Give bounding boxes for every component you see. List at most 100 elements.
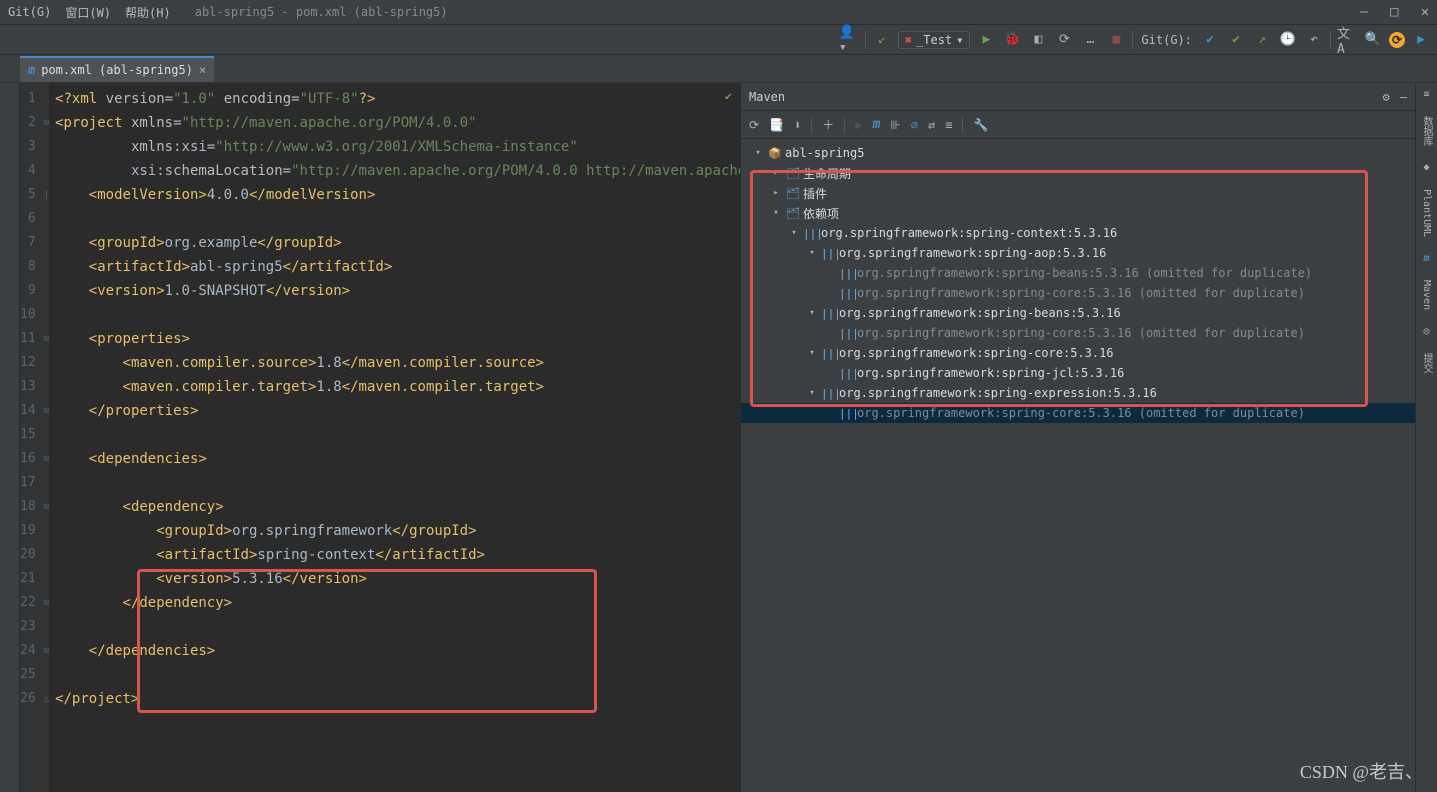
editor-tabs: m pom.xml (abl-spring5) × [0,55,1437,83]
maven-refresh-icon[interactable]: ⟳ [749,118,759,132]
tree-arrow-icon[interactable]: ▾ [805,348,819,358]
maven-execute-icon[interactable]: m [873,117,881,132]
tree-item-label: 依赖项 [803,205,839,222]
code-editor[interactable]: ✔ 12345678910111213141516171819202122232… [20,83,740,792]
maven-file-icon: m [28,63,35,77]
maven-hide-icon[interactable]: — [1400,90,1407,104]
tree-arrow-icon[interactable]: ▾ [787,228,801,238]
maven-toggle-icon[interactable]: ⊪ [890,118,900,132]
tree-node[interactable]: |||org.springframework:spring-jcl:5.3.16 [741,363,1415,383]
right-tool-stripe: ≡ 数据库 ◆ PlantUML m Maven ◎ 提交 [1415,83,1437,792]
commit-tool-button[interactable]: 提交 [1419,349,1434,377]
profile-icon[interactable]: ⟳ [1054,30,1074,50]
line-number-gutter: 1234567891011121314151617181920212223242… [20,83,44,792]
tree-item-icon: 📦 [767,147,783,160]
tree-arrow-icon[interactable]: ▾ [751,148,765,158]
tree-item-icon: ||| [839,287,855,300]
tree-node[interactable]: ▸🗂生命周期 [741,163,1415,183]
plantuml-tool-button[interactable]: PlantUML [1421,185,1432,241]
stop-icon[interactable]: ■ [1106,30,1126,50]
tree-item-icon: ||| [821,387,837,400]
tree-node[interactable]: ▾|||org.springframework:spring-expressio… [741,383,1415,403]
git-label: Git(G): [1141,33,1192,47]
menubar: Git(G) 窗口(W) 帮助(H) abl-spring5 - pom.xml… [0,0,1437,25]
tree-item-label: org.springframework:spring-aop:5.3.16 [839,246,1106,260]
database-tool-button[interactable]: 数据库 [1419,112,1434,150]
main-toolbar: 👤▾ ↙ ✖_Test▾ ▶ 🐞 ◧ ⟳ … ■ Git(G): ✔ ✔ ↗ 🕒… [0,25,1437,55]
window-close[interactable]: ✕ [1421,4,1429,20]
tree-arrow-icon[interactable]: ▾ [805,388,819,398]
user-icon[interactable]: 👤▾ [839,30,859,50]
maven-download-icon[interactable]: ⬇ [794,118,801,132]
maven-tool-button[interactable]: Maven [1421,276,1432,314]
git-update-icon[interactable]: ✔ [1200,30,1220,50]
plantuml-tool-icon[interactable]: ◆ [1423,162,1429,173]
run-config-selector[interactable]: ✖_Test▾ [898,31,971,49]
tree-item-icon: ||| [839,367,855,380]
window-maximize[interactable]: □ [1390,4,1398,20]
tree-item-icon: 🗂 [785,207,801,220]
tree-node[interactable]: ▾|||org.springframework:spring-context:5… [741,223,1415,243]
maven-collapse-icon[interactable]: ≡ [945,118,952,132]
inspection-ok-icon[interactable]: ✔ [725,89,732,103]
menu-git[interactable]: Git(G) [8,5,51,19]
tree-item-icon: 🗂 [785,167,801,180]
tree-arrow-icon[interactable]: ▾ [805,308,819,318]
database-tool-icon[interactable]: ≡ [1423,89,1429,100]
menu-window[interactable]: 窗口(W) [65,4,111,21]
maven-generate-icon[interactable]: 📑 [769,118,784,132]
git-commit-icon[interactable]: ✔ [1226,30,1246,50]
tree-arrow-icon[interactable]: ▸ [769,188,783,198]
coverage-icon[interactable]: ◧ [1028,30,1048,50]
tree-node[interactable]: ▾🗂依赖项 [741,203,1415,223]
maven-wrench-icon[interactable]: 🔧 [973,118,988,132]
git-push-icon[interactable]: ↗ [1252,30,1272,50]
git-history-icon[interactable]: 🕒 [1278,30,1298,50]
maven-tool-icon[interactable]: m [1423,253,1429,264]
tree-item-label: org.springframework:spring-core:5.3.16 (… [857,286,1305,300]
run-icon[interactable]: ▶ [976,30,996,50]
git-revert-icon[interactable]: ↶ [1304,30,1324,50]
tree-node[interactable]: ▾|||org.springframework:spring-aop:5.3.1… [741,243,1415,263]
tree-arrow-icon[interactable]: ▸ [769,168,783,178]
maven-offline-icon[interactable]: ⇄ [928,118,935,132]
tab-label: pom.xml (abl-spring5) [41,63,193,77]
translate-icon[interactable]: 文A [1337,30,1357,50]
code-area[interactable]: <?xml version="1.0" encoding="UTF-8"?><p… [49,83,740,792]
tree-arrow-icon[interactable]: ▾ [769,208,783,218]
tree-node[interactable]: ▾|||org.springframework:spring-beans:5.3… [741,303,1415,323]
ide-icon[interactable]: ▶ [1411,30,1431,50]
maven-skip-icon[interactable]: ∅ [911,118,918,132]
tree-item-icon: ||| [839,267,855,280]
tab-close-icon[interactable]: × [199,63,206,77]
attach-icon[interactable]: … [1080,30,1100,50]
tab-pomxml[interactable]: m pom.xml (abl-spring5) × [20,56,214,82]
tree-item-icon: ||| [839,327,855,340]
commit-tool-icon[interactable]: ◎ [1423,326,1429,337]
tree-node[interactable]: ▾|||org.springframework:spring-core:5.3.… [741,343,1415,363]
debug-icon[interactable]: 🐞 [1002,30,1022,50]
watermark: CSDN @老吉、 [1300,758,1423,784]
search-icon[interactable]: 🔍 [1363,30,1383,50]
tree-item-icon: ||| [821,247,837,260]
tree-arrow-icon[interactable]: ▾ [805,248,819,258]
tree-node[interactable]: |||org.springframework:spring-core:5.3.1… [741,403,1415,423]
tree-node[interactable]: ▾📦abl-spring5 [741,143,1415,163]
maven-add-icon[interactable]: ＋ [822,116,834,133]
tree-node[interactable]: ▸🗂插件 [741,183,1415,203]
update-available-icon[interactable]: ⟳ [1389,32,1405,48]
tree-node[interactable]: |||org.springframework:spring-core:5.3.1… [741,323,1415,343]
left-tool-stripe [0,83,20,792]
tree-item-icon: ||| [821,347,837,360]
tree-node[interactable]: |||org.springframework:spring-core:5.3.1… [741,283,1415,303]
window-minimize[interactable]: — [1360,4,1368,20]
tree-item-icon: 🗂 [785,187,801,200]
tree-node[interactable]: |||org.springframework:spring-beans:5.3.… [741,263,1415,283]
maven-settings-icon[interactable]: ⚙ [1383,90,1390,104]
menu-help[interactable]: 帮助(H) [125,4,171,21]
tree-item-label: org.springframework:spring-beans:5.3.16 … [857,266,1312,280]
build-hammer-icon[interactable]: ↙ [872,30,892,50]
tree-item-label: org.springframework:spring-context:5.3.1… [821,226,1117,240]
maven-run-icon[interactable]: ▶ [855,118,862,132]
maven-dependency-tree[interactable]: ▾📦abl-spring5▸🗂生命周期▸🗂插件▾🗂依赖项▾|||org.spri… [741,139,1415,792]
